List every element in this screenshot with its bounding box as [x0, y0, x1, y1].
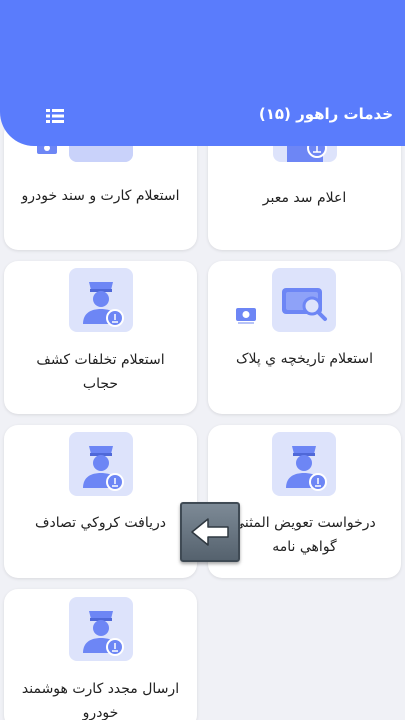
- service-label: استعلام تخلفات کشف حجاب: [36, 352, 165, 392]
- police-officer-icon: [69, 597, 133, 661]
- service-card-plate-history[interactable]: استعلام تاريخچه ي پلاک: [208, 261, 401, 414]
- service-label: دريافت کروکي تصادف: [34, 515, 167, 531]
- police-officer-icon: [69, 432, 133, 496]
- service-label: اعلام سد معبر: [262, 190, 347, 206]
- service-label: استعلام تاريخچه ي پلاک: [235, 351, 374, 367]
- page-title: خدمات راهور (۱۵): [258, 105, 393, 123]
- service-card-hijab-violations[interactable]: استعلام تخلفات کشف حجاب: [4, 261, 197, 414]
- services-screen: اعلام سد معبر استعلام کارت و سند خودرو ا…: [0, 0, 405, 720]
- service-label: درخواست تعويض المثني گواهي نامه: [233, 515, 376, 555]
- left-arrow-icon[interactable]: [180, 502, 240, 562]
- service-label: استعلام کارت و سند خودرو: [21, 188, 180, 204]
- police-officer-icon: [69, 268, 133, 332]
- camera-chip-icon: [234, 305, 258, 325]
- service-label: ارسال مجدد کارت هوشمند خودرو: [21, 681, 180, 720]
- service-card-accident-sketch[interactable]: دريافت کروکي تصادف: [4, 425, 197, 578]
- app-header: خدمات راهور (۱۵): [0, 0, 405, 146]
- plate-search-icon: [272, 268, 336, 332]
- police-officer-icon: [272, 432, 336, 496]
- service-card-smart-card-resend[interactable]: ارسال مجدد کارت هوشمند خودرو: [4, 589, 197, 720]
- list-icon[interactable]: [44, 106, 66, 126]
